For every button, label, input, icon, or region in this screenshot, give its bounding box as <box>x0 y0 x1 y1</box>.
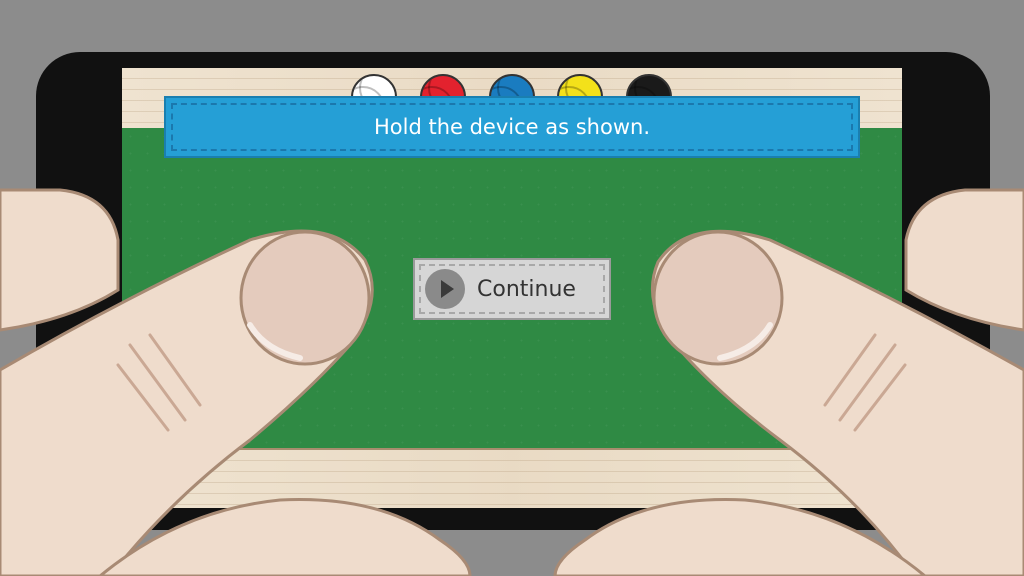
hands-illustration <box>0 188 1024 576</box>
left-hand <box>0 188 472 576</box>
right-hand <box>553 188 1024 576</box>
